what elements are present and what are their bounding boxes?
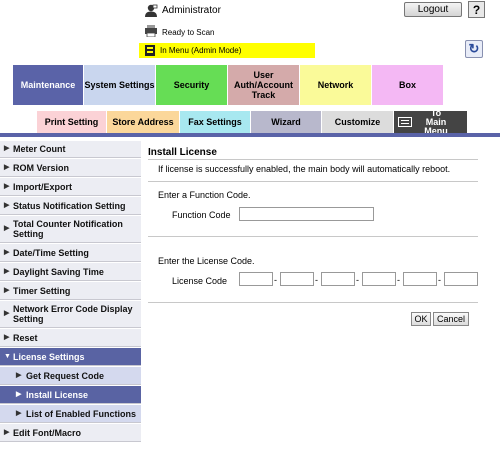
refresh-icon[interactable]: ↻ [465, 40, 483, 58]
status-label: Ready to Scan [162, 28, 215, 37]
function-code-label: Function Code [172, 210, 231, 220]
tab-system-settings[interactable]: System Settings [84, 65, 155, 105]
chevron-right-icon: ▶ [4, 145, 10, 152]
tab-store-address[interactable]: Store Address [107, 111, 179, 133]
tab-print-setting[interactable]: Print Setting [37, 111, 106, 133]
page-title: Install License [148, 147, 217, 158]
chevron-right-icon: ▶ [4, 182, 10, 190]
license-separator: - [397, 275, 400, 285]
user-label: Administrator [162, 5, 221, 16]
tab-fax-settings[interactable]: Fax Settings [180, 111, 250, 133]
license-code-prompt: Enter the License Code. [158, 256, 255, 266]
help-button[interactable]: ? [468, 1, 485, 18]
license-separator: - [438, 275, 441, 285]
sidebar-item-meter-count[interactable]: ▶ Meter Count [0, 141, 141, 158]
sidebar-item-license-settings[interactable]: ▼ License Settings [0, 348, 141, 366]
divider [148, 236, 478, 237]
sidebar: ▶ Meter Count ▶ ROM Version ▶ Import/Export… [0, 141, 141, 449]
chevron-right-icon: ▶ [4, 428, 10, 436]
tab-customize[interactable]: Customize [322, 111, 393, 133]
tab-maintenance[interactable]: Maintenance [13, 65, 83, 105]
license-code-input-1[interactable] [239, 272, 273, 286]
license-code-input-5[interactable] [403, 272, 437, 286]
sidebar-item-import-export[interactable]: ▶ Import/Export [0, 178, 141, 196]
chevron-right-icon: ▶ [4, 201, 10, 209]
license-code-input-2[interactable] [280, 272, 314, 286]
chevron-right-icon: ▶ [4, 286, 10, 294]
chevron-right-icon: ▶ [4, 163, 10, 171]
chevron-right-icon: ▶ [16, 409, 22, 417]
function-code-input[interactable] [239, 207, 374, 221]
tab-security[interactable]: Security [156, 65, 227, 105]
tab-user-auth-account-track[interactable]: User Auth/Account Track [228, 65, 299, 105]
main-menu-label: To Main Menu [424, 107, 448, 136]
sidebar-item-daylight-saving[interactable]: ▶ Daylight Saving Time [0, 263, 141, 281]
sidebar-item-timer-setting[interactable]: ▶ Timer Setting [0, 282, 141, 300]
sidebar-item-total-counter-notification[interactable]: ▶ Total Counter Notification Setting [0, 216, 141, 243]
sidebar-subitem-install-license[interactable]: ▶ Install License [0, 386, 141, 404]
sidebar-item-edit-font-macro[interactable]: ▶ Edit Font/Macro [0, 424, 141, 442]
license-separator: - [315, 275, 318, 285]
license-code-input-3[interactable] [321, 272, 355, 286]
chevron-right-icon: ▶ [4, 248, 10, 256]
sidebar-item-network-error-code[interactable]: ▶ Network Error Code Display Setting [0, 301, 141, 328]
mode-label: In Menu (Admin Mode) [160, 46, 242, 55]
license-code-input-4[interactable] [362, 272, 396, 286]
logout-button[interactable]: Logout [404, 2, 462, 17]
tab-network[interactable]: Network [300, 65, 371, 105]
chevron-right-icon: ▶ [4, 333, 10, 341]
tab-to-main-menu[interactable]: To Main Menu [394, 107, 467, 136]
admin-user-icon [144, 4, 158, 17]
chevron-right-icon: ▶ [16, 371, 22, 379]
ok-button[interactable]: OK [411, 312, 431, 326]
chevron-down-icon: ▼ [4, 352, 11, 360]
chevron-right-icon: ▶ [4, 225, 10, 232]
sidebar-item-date-time[interactable]: ▶ Date/Time Setting [0, 244, 141, 262]
sidebar-subitem-list-enabled-functions[interactable]: ▶ List of Enabled Functions [0, 405, 141, 423]
sidebar-subitem-get-request-code[interactable]: ▶ Get Request Code [0, 367, 141, 385]
menu-mode-icon [143, 44, 157, 57]
chevron-right-icon: ▶ [16, 390, 22, 398]
tab-box[interactable]: Box [372, 65, 443, 105]
chevron-right-icon: ▶ [4, 310, 10, 317]
cancel-button[interactable]: Cancel [433, 312, 469, 326]
tab-wizard[interactable]: Wizard [251, 111, 321, 133]
divider [148, 302, 478, 303]
sidebar-item-rom-version[interactable]: ▶ ROM Version [0, 159, 141, 177]
printer-status-icon [144, 25, 158, 38]
license-separator: - [274, 275, 277, 285]
license-code-input-6[interactable] [444, 272, 478, 286]
main-menu-icon [398, 117, 412, 127]
divider [148, 181, 478, 182]
tab-underline [0, 133, 500, 137]
sidebar-item-reset[interactable]: ▶ Reset [0, 329, 141, 347]
divider [148, 159, 478, 160]
license-separator: - [356, 275, 359, 285]
license-code-label: License Code [172, 276, 228, 286]
function-code-prompt: Enter a Function Code. [158, 190, 251, 200]
reboot-notice: If license is successfully enabled, the … [158, 164, 451, 174]
sidebar-item-status-notification[interactable]: ▶ Status Notification Setting [0, 197, 141, 215]
chevron-right-icon: ▶ [4, 267, 10, 275]
